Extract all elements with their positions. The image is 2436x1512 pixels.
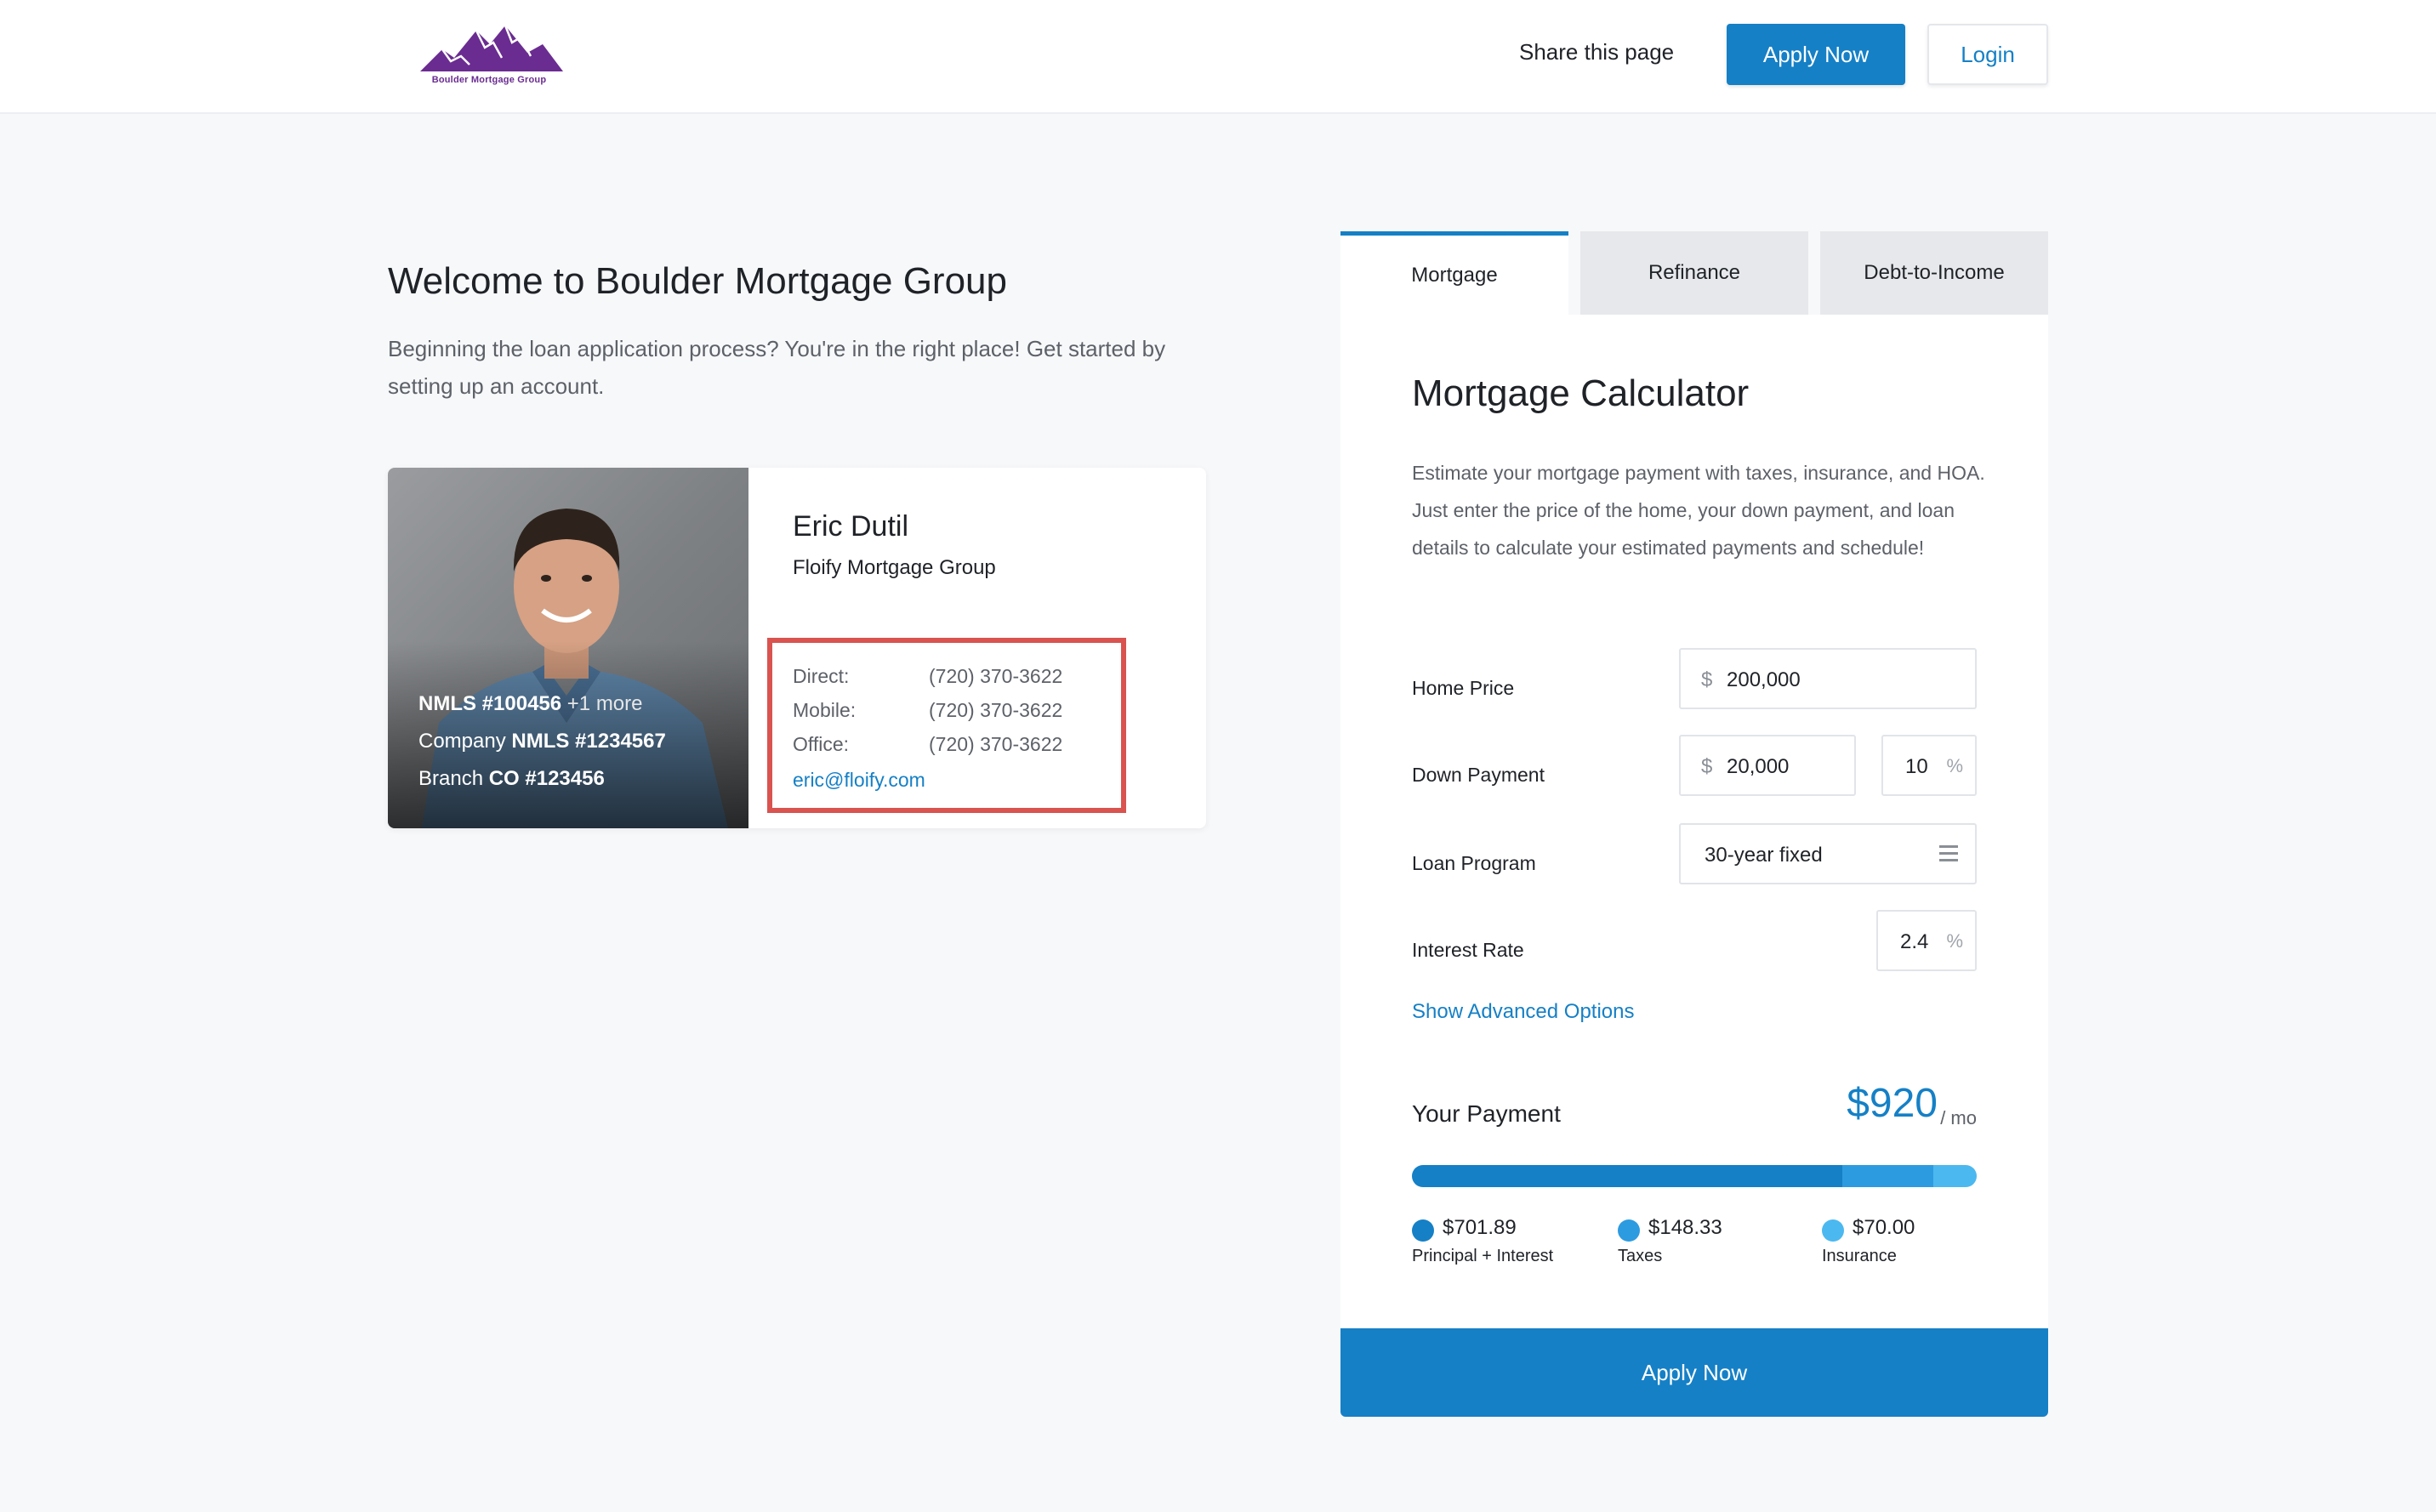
- company-logo[interactable]: Boulder Mortgage Group: [417, 19, 570, 92]
- nmls-more-link[interactable]: +1 more: [567, 692, 643, 715]
- login-button[interactable]: Login: [1927, 24, 2048, 85]
- calculator-description: Estimate your mortgage payment with taxe…: [1412, 462, 1985, 559]
- contact-mobile: Mobile: (720) 370-3622: [793, 699, 1062, 722]
- loan-program-value: 30-year fixed: [1705, 844, 1823, 867]
- nmls-label: NMLS: [418, 692, 476, 715]
- payment-bar-segment-1: [1842, 1165, 1934, 1187]
- contact-label: Mobile:: [793, 699, 857, 721]
- top-header: Boulder Mortgage Group Share this page A…: [0, 0, 2436, 114]
- home-price-input[interactable]: $ 200,000: [1679, 648, 1977, 709]
- contact-label: Office:: [793, 733, 850, 755]
- contact-email-link[interactable]: eric@floify.com: [793, 769, 925, 792]
- currency-symbol: $: [1701, 668, 1713, 691]
- payment-breakdown-bar: [1412, 1165, 1977, 1187]
- calculator-apply-now-button[interactable]: Apply Now: [1340, 1328, 2048, 1417]
- payment-unit: / mo: [1940, 1107, 1977, 1128]
- legend-dot: [1822, 1219, 1844, 1242]
- nmls-value: #100456: [481, 692, 562, 715]
- loan-program-label: Loan Program: [1412, 852, 1536, 874]
- calculator-title: Mortgage Calculator: [1412, 372, 1750, 414]
- tab-mortgage[interactable]: Mortgage: [1340, 231, 1568, 315]
- payment-bar-segment-2: [1933, 1165, 1977, 1187]
- your-payment-label: Your Payment: [1412, 1100, 1561, 1127]
- down-payment-label: Down Payment: [1412, 764, 1545, 786]
- branch-value: CO #123456: [488, 767, 605, 790]
- show-advanced-options-link[interactable]: Show Advanced Options: [1412, 1000, 1635, 1024]
- legend-amount: $70.00: [1853, 1216, 1915, 1239]
- branch-line: Branch CO #123456: [418, 767, 605, 791]
- branch-prefix: Branch: [418, 767, 484, 790]
- apply-now-button[interactable]: Apply Now: [1727, 24, 1905, 85]
- tab-debt-to-income[interactable]: Debt-to-Income: [1820, 231, 2048, 315]
- contact-info-box: Direct: (720) 370-3622 Mobile: (720) 370…: [767, 638, 1126, 813]
- tab-refinance[interactable]: Refinance: [1580, 231, 1808, 315]
- legend-amount: $701.89: [1443, 1216, 1517, 1239]
- mountain-logo-icon: [420, 25, 563, 71]
- company-nmls-prefix: Company: [418, 730, 506, 753]
- mortgage-calculator-panel: Mortgage Refinance Debt-to-Income Mortga…: [1340, 231, 2048, 1417]
- contact-direct: Direct: (720) 370-3622: [793, 665, 1062, 688]
- home-price-label: Home Price: [1412, 677, 1515, 699]
- contact-office: Office: (720) 370-3622: [793, 733, 1062, 756]
- payment-amount: $920: [1847, 1081, 1938, 1126]
- contact-label: Direct:: [793, 665, 850, 687]
- company-nmls-line: Company NMLS #1234567: [418, 730, 666, 753]
- loan-program-select[interactable]: 30-year fixed: [1679, 823, 1977, 884]
- down-payment-percent-input[interactable]: 10 %: [1881, 735, 1977, 796]
- legend-label: Insurance: [1822, 1247, 1897, 1265]
- legend-dot: [1618, 1219, 1640, 1242]
- loan-officer-company: Floify Mortgage Group: [793, 556, 996, 579]
- down-payment-input[interactable]: $ 20,000: [1679, 735, 1856, 796]
- loan-officer-name: Eric Dutil: [793, 510, 909, 543]
- currency-symbol: $: [1701, 755, 1713, 778]
- share-page-link[interactable]: Share this page: [1519, 39, 1674, 65]
- contact-phone[interactable]: (720) 370-3622: [929, 699, 1062, 722]
- company-nmls-value: NMLS #1234567: [511, 730, 666, 753]
- calculator-body: Mortgage Calculator Estimate your mortga…: [1340, 315, 2048, 1328]
- legend-dot: [1412, 1219, 1434, 1242]
- legend-amount: $148.33: [1648, 1216, 1722, 1239]
- logo-text: Boulder Mortgage Group: [431, 75, 547, 85]
- legend-label: Taxes: [1618, 1247, 1663, 1265]
- loan-officer-card: NMLS #100456 +1 more Company NMLS #12345…: [388, 468, 1206, 828]
- menu-lines-icon: [1939, 845, 1960, 864]
- interest-rate-value: 2.4: [1900, 930, 1929, 953]
- home-price-value: 200,000: [1727, 668, 1801, 691]
- percent-symbol: %: [1946, 755, 1963, 776]
- nmls-line: NMLS #100456 +1 more: [418, 692, 643, 716]
- down-payment-value: 20,000: [1727, 755, 1790, 778]
- percent-symbol: %: [1946, 930, 1963, 952]
- interest-rate-label: Interest Rate: [1412, 939, 1524, 961]
- interest-rate-input[interactable]: 2.4 %: [1876, 910, 1977, 971]
- legend-label: Principal + Interest: [1412, 1247, 1554, 1265]
- contact-phone[interactable]: (720) 370-3622: [929, 665, 1062, 688]
- welcome-title: Welcome to Boulder Mortgage Group: [388, 260, 1007, 302]
- loan-officer-photo: NMLS #100456 +1 more Company NMLS #12345…: [388, 468, 748, 828]
- contact-phone[interactable]: (720) 370-3622: [929, 733, 1062, 756]
- down-payment-percent-value: 10: [1905, 755, 1928, 778]
- payment-bar-segment-0: [1412, 1165, 1843, 1187]
- welcome-text: Beginning the loan application process? …: [388, 336, 1166, 399]
